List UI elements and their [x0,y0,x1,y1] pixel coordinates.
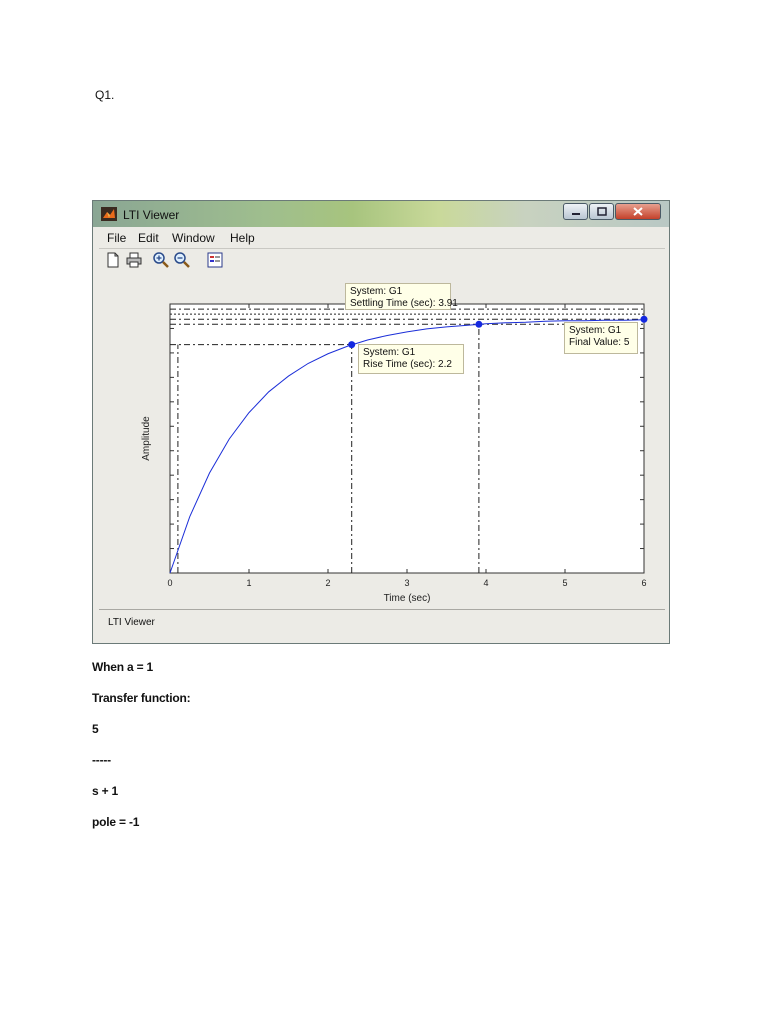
lti-viewer-window: LTI Viewer File Edit Window Help 0 1 2 3… [92,200,670,644]
close-button[interactable] [615,203,661,220]
x-tick-label: 0 [167,578,172,588]
annotation-final-line2: Final Value: 5 [569,337,630,348]
transfer-function-label: Transfer function: [92,691,191,705]
maximize-icon [596,207,607,216]
x-tick-label: 6 [641,578,646,588]
annotation-settling-line1: System: G1 [350,286,403,297]
annotation-rise-line1: System: G1 [363,347,416,358]
minimize-button[interactable] [563,203,588,220]
plot-panel: 0 1 2 3 4 5 6 Time (sec) Amplitude System: G1 Se… [99,271,665,609]
menu-file[interactable]: File [107,231,126,245]
menu-window[interactable]: Window [172,231,215,245]
data-marker-2 [640,315,648,323]
new-file-icon[interactable] [104,251,122,269]
maximize-button[interactable] [589,203,614,220]
x-tick-label: 4 [483,578,488,588]
print-icon[interactable] [125,251,143,269]
status-text: LTI Viewer [108,617,155,628]
condition-text: When a = 1 [92,660,154,674]
annotation-settling-time[interactable]: System: G1 Settling Time (sec): 3.91 [345,283,458,310]
annotation-final-line1: System: G1 [569,325,622,336]
zoom-in-icon[interactable] [152,251,170,269]
annotation-final-value[interactable]: System: G1 Final Value: 5 [564,322,638,354]
menu-bar: File Edit Window Help [99,228,665,248]
y-axis-label: Amplitude [141,416,152,461]
x-tick-label: 5 [562,578,567,588]
annotation-settling-line2: Settling Time (sec): 3.91 [350,298,458,309]
annotation-rise-time[interactable]: System: G1 Rise Time (sec): 2.2 [358,344,464,374]
data-marker-1 [475,320,483,328]
x-tick-label: 2 [325,578,330,588]
x-tick-label: 3 [404,578,409,588]
data-marker-0 [348,341,356,349]
tf-denominator: s + 1 [92,784,119,798]
x-axis-label: Time (sec) [384,593,431,604]
question-heading: Q1. [95,88,115,102]
annotation-rise-line2: Rise Time (sec): 2.2 [363,359,452,370]
pole-text: pole = -1 [92,815,140,829]
title-bar[interactable]: LTI Viewer [93,201,669,227]
menu-help[interactable]: Help [230,231,255,245]
status-panel: LTI Viewer [99,609,665,638]
tf-numerator: 5 [92,722,99,736]
matlab-icon [101,207,117,221]
x-tick-label: 1 [246,578,251,588]
close-icon [633,207,643,216]
grid-legend-icon[interactable] [206,251,224,269]
zoom-out-icon[interactable] [173,251,191,269]
tf-divider: ----- [92,753,111,767]
toolbar [99,248,665,272]
menu-edit[interactable]: Edit [138,231,159,245]
window-title: LTI Viewer [123,208,180,222]
minimize-icon [571,212,580,215]
